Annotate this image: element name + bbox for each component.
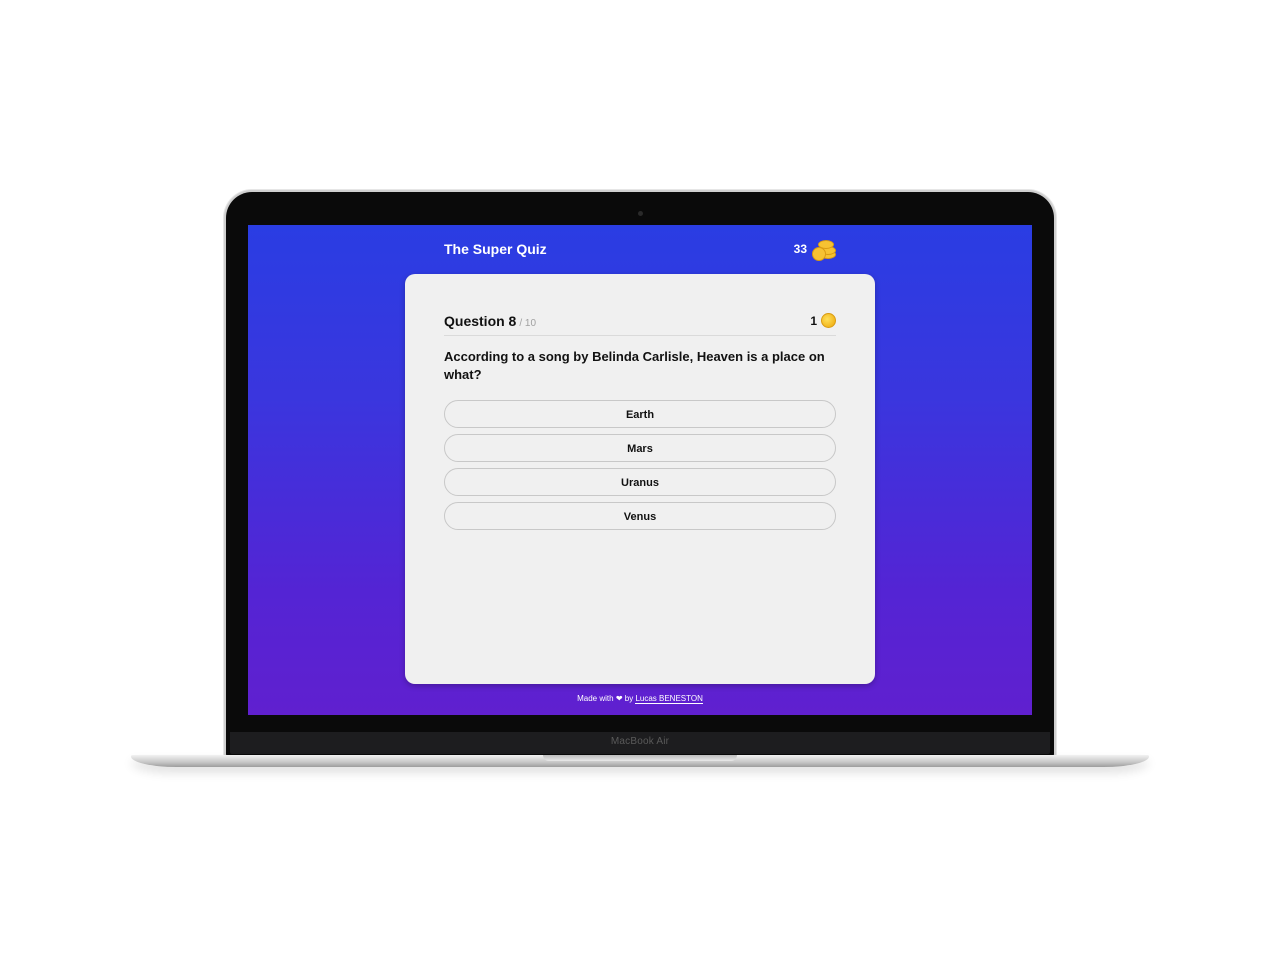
- answer-button-venus[interactable]: Venus: [444, 502, 836, 530]
- footer-made-with: Made with: [577, 694, 614, 703]
- device-brand-label: MacBook Air: [610, 736, 670, 747]
- coin-icon: [821, 313, 836, 328]
- total-coins: 33: [793, 239, 836, 261]
- reward-value: 1: [810, 313, 817, 328]
- question-text: According to a song by Belinda Carlisle,…: [444, 349, 825, 382]
- footer: Made with ❤ by Lucas BENESTON: [248, 694, 1032, 704]
- answer-button-mars[interactable]: Mars: [444, 434, 836, 462]
- author-link[interactable]: Lucas BENESTON: [635, 694, 703, 704]
- bottom-bezel: MacBook Air: [230, 732, 1050, 754]
- question-total: / 10: [519, 318, 537, 329]
- heart-icon: ❤: [615, 694, 623, 703]
- device-mockup: The Super Quiz 33 Question 8/ 10 1 Accor…: [0, 0, 1280, 960]
- total-coins-value: 33: [793, 242, 807, 256]
- question-header: Question 8/ 10 1: [444, 311, 836, 336]
- camera-icon: [638, 211, 643, 216]
- question-number: Question 8/ 10: [444, 313, 536, 329]
- coin-stack-icon: [810, 239, 836, 261]
- question-label: Question 8: [444, 313, 517, 329]
- app-title: The Super Quiz: [444, 241, 547, 257]
- answer-list: Earth Mars Uranus Venus: [444, 400, 836, 536]
- top-bar: The Super Quiz 33: [444, 239, 836, 261]
- question-card: Question 8/ 10 1 According to a song by …: [405, 274, 875, 684]
- base-notch: [543, 755, 737, 761]
- answer-button-uranus[interactable]: Uranus: [444, 468, 836, 496]
- footer-by: by: [624, 694, 634, 703]
- app-screen: The Super Quiz 33 Question 8/ 10 1 Accor…: [248, 225, 1032, 715]
- question-reward: 1: [810, 313, 836, 328]
- laptop-base: [131, 755, 1149, 767]
- answer-button-earth[interactable]: Earth: [444, 400, 836, 428]
- laptop-lid: The Super Quiz 33 Question 8/ 10 1 Accor…: [226, 192, 1054, 758]
